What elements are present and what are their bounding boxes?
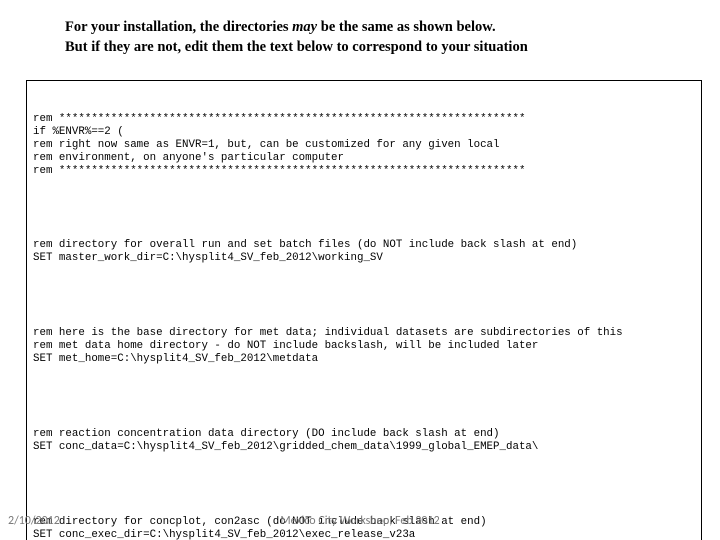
code-block-4: rem reaction concentration data director…	[33, 428, 695, 454]
code-gap	[33, 204, 695, 214]
footer-center: Mexico City Workshop, Feb 2012	[0, 514, 720, 528]
slide-heading: For your installation, the directories m…	[65, 18, 685, 57]
code-box: rem ************************************…	[26, 80, 702, 540]
heading-line1-after: be the same as shown below.	[317, 19, 495, 35]
heading-line2: But if they are not, edit them the text …	[65, 39, 528, 55]
code-block-1: rem ************************************…	[33, 113, 695, 178]
code-gap	[33, 480, 695, 490]
code-gap	[33, 291, 695, 301]
slide: For your installation, the directories m…	[0, 0, 720, 540]
code-gap	[33, 392, 695, 402]
code-block-3: rem here is the base directory for met d…	[33, 327, 695, 366]
code-block-2: rem directory for overall run and set ba…	[33, 239, 695, 265]
heading-may: may	[292, 19, 317, 35]
heading-line1-before: For your installation, the directories	[65, 19, 292, 35]
